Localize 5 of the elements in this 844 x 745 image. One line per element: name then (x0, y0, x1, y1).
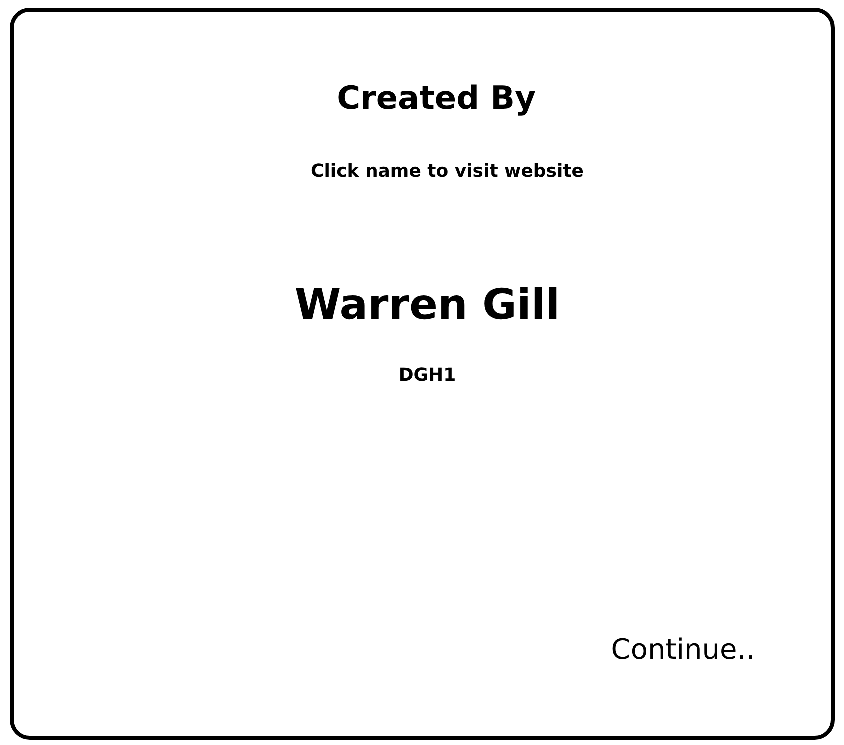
continue-button[interactable]: Continue.. (611, 633, 755, 666)
author-link[interactable]: Warren Gill (294, 280, 560, 329)
dialog-title: Created By (337, 79, 536, 117)
hint-text: Click name to visit website (311, 161, 584, 182)
author-handle: DGH1 (398, 365, 456, 386)
